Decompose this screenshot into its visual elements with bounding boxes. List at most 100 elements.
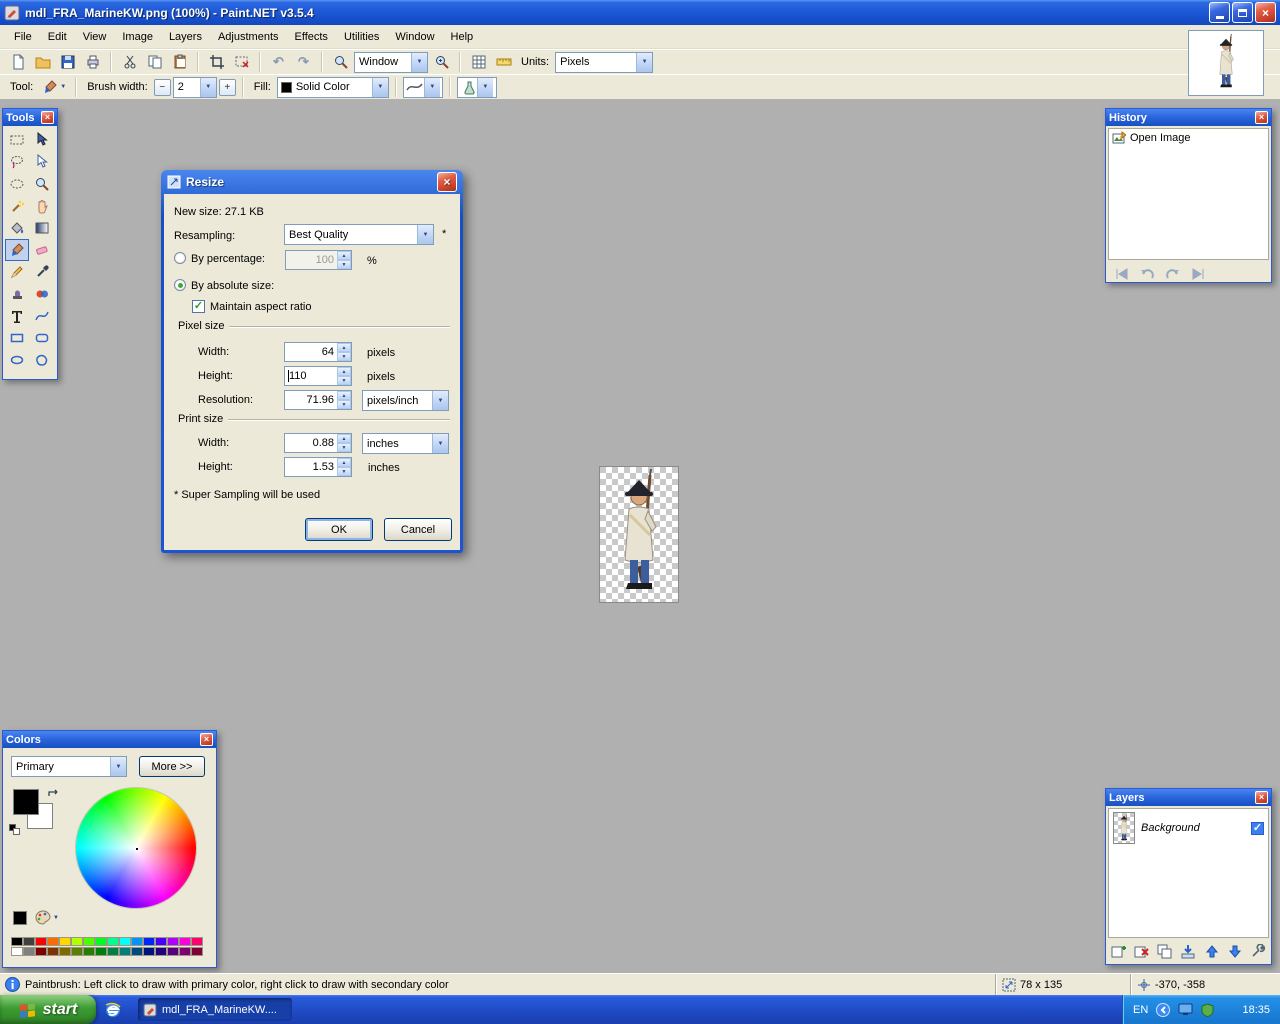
menu-item[interactable]: File <box>6 27 40 47</box>
copy-button[interactable] <box>143 51 166 73</box>
spin-up-icon[interactable]: ▲ <box>337 251 351 260</box>
task-button[interactable]: mdl_FRA_MarineKW.... <box>138 998 292 1021</box>
tool-paint-bucket[interactable] <box>5 217 29 239</box>
tool-recolor[interactable] <box>30 283 54 305</box>
palette-swatch[interactable] <box>95 947 107 956</box>
language-indicator[interactable]: EN <box>1133 1004 1148 1016</box>
palette-swatch[interactable] <box>191 947 203 956</box>
print-width-unit-combo[interactable]: inches ▼ <box>362 433 449 454</box>
redo-button[interactable]: ↷ <box>292 51 315 73</box>
maintain-aspect-checkbox[interactable]: ✓ <box>192 300 205 313</box>
close-icon[interactable]: × <box>41 111 54 124</box>
tool-pan[interactable] <box>30 195 54 217</box>
tool-lasso-select[interactable] <box>5 151 29 173</box>
tool-rectangle[interactable] <box>5 327 29 349</box>
brush-width-decrease-button[interactable]: − <box>154 79 171 96</box>
cut-button[interactable] <box>118 51 141 73</box>
palette-swatch[interactable] <box>143 947 155 956</box>
spin-down-icon[interactable]: ▼ <box>337 352 351 361</box>
palette-swatch[interactable] <box>95 937 107 946</box>
spin-up-icon[interactable]: ▲ <box>337 434 351 443</box>
palette-swatch[interactable] <box>119 947 131 956</box>
history-rewind-button[interactable] <box>1110 265 1132 282</box>
antialias-combo[interactable]: ▼ <box>457 77 497 98</box>
history-undo-button[interactable] <box>1136 265 1158 282</box>
color-mode-combo[interactable]: Primary ▼ <box>11 756 127 777</box>
close-icon[interactable]: × <box>1255 111 1268 124</box>
brush-width-increase-button[interactable]: + <box>219 79 236 96</box>
width-spinner[interactable]: 64 ▲▼ <box>284 342 352 362</box>
palette-swatch[interactable] <box>23 947 35 956</box>
more-button[interactable]: More >> <box>139 756 205 777</box>
spin-up-icon[interactable]: ▲ <box>337 458 351 467</box>
tool-ellipse[interactable] <box>5 349 29 371</box>
new-file-button[interactable] <box>6 51 29 73</box>
security-shield-icon[interactable] <box>1201 1003 1214 1017</box>
tool-zoom[interactable] <box>30 173 54 195</box>
deselect-button[interactable] <box>230 51 253 73</box>
spin-down-icon[interactable]: ▼ <box>337 400 351 409</box>
spin-down-icon[interactable]: ▼ <box>337 443 351 452</box>
primary-color-swatch[interactable] <box>13 789 39 815</box>
layers-palette-titlebar[interactable]: Layers × <box>1106 789 1271 806</box>
palette-swatch[interactable] <box>167 937 179 946</box>
palette-swatch[interactable] <box>179 937 191 946</box>
print-width-spinner[interactable]: 0.88 ▲▼ <box>284 433 352 453</box>
merge-layer-down-button[interactable] <box>1180 944 1196 959</box>
palette-swatch[interactable] <box>11 947 23 956</box>
menu-item[interactable]: Adjustments <box>210 27 287 47</box>
menu-item[interactable]: Help <box>443 27 482 47</box>
hide-icons-chevron[interactable] <box>1156 1003 1170 1017</box>
print-button[interactable] <box>81 51 104 73</box>
spin-down-icon[interactable]: ▼ <box>337 376 351 385</box>
history-palette-titlebar[interactable]: History × <box>1106 109 1271 126</box>
palette-swatch[interactable] <box>11 937 23 946</box>
resolution-spinner[interactable]: 71.96 ▲▼ <box>284 390 352 410</box>
height-spinner[interactable]: 110 ▲▼ <box>284 366 352 386</box>
palette-swatch[interactable] <box>83 947 95 956</box>
tool-color-picker[interactable] <box>30 261 54 283</box>
ok-button[interactable]: OK <box>305 518 373 541</box>
menu-item[interactable]: Image <box>114 27 161 47</box>
palette-swatch[interactable] <box>47 937 59 946</box>
tool-rounded-rectangle[interactable] <box>30 327 54 349</box>
window-titlebar[interactable]: mdl_FRA_MarineKW.png (100%) - Paint.NET … <box>0 0 1280 25</box>
palette-swatch[interactable] <box>35 947 47 956</box>
palette-swatch[interactable] <box>71 937 83 946</box>
tool-paintbrush[interactable] <box>5 239 29 261</box>
move-layer-up-button[interactable] <box>1204 944 1220 959</box>
palette-swatch[interactable] <box>179 947 191 956</box>
tool-pencil[interactable] <box>5 261 29 283</box>
menu-item[interactable]: View <box>75 27 115 47</box>
tool-move-selection[interactable] <box>30 151 54 173</box>
tool-clone-stamp[interactable] <box>5 283 29 305</box>
close-icon[interactable]: × <box>200 733 213 746</box>
palette-swatch[interactable] <box>71 947 83 956</box>
palette-swatch[interactable] <box>155 937 167 946</box>
tool-rectangle-select[interactable] <box>5 129 29 151</box>
palette-swatch[interactable] <box>131 937 143 946</box>
delete-layer-button[interactable] <box>1134 944 1150 959</box>
ruler-toggle-button[interactable] <box>492 51 515 73</box>
palette-swatch[interactable] <box>83 937 95 946</box>
swap-colors-icon[interactable] <box>47 788 61 802</box>
resampling-combo[interactable]: Best Quality ▼ <box>284 224 434 245</box>
history-redo-button[interactable] <box>1162 265 1184 282</box>
paste-button[interactable] <box>168 51 191 73</box>
zoom-in-button[interactable] <box>430 51 453 73</box>
cancel-button[interactable]: Cancel <box>384 518 452 541</box>
palette-swatch[interactable] <box>131 947 143 956</box>
layer-visible-checkbox[interactable]: ✓ <box>1251 822 1264 835</box>
close-button[interactable]: × <box>1255 2 1276 23</box>
spin-up-icon[interactable]: ▲ <box>337 367 351 376</box>
palette-swatch[interactable] <box>107 937 119 946</box>
menu-item[interactable]: Edit <box>40 27 75 47</box>
grid-toggle-button[interactable] <box>467 51 490 73</box>
palette-swatch[interactable] <box>59 947 71 956</box>
menu-item[interactable]: Layers <box>161 27 210 47</box>
palette-swatch[interactable] <box>143 937 155 946</box>
layer-row[interactable]: Background ✓ <box>1109 809 1268 847</box>
palette-swatch[interactable] <box>107 947 119 956</box>
print-height-spinner[interactable]: 1.53 ▲▼ <box>284 457 352 477</box>
tool-eraser[interactable] <box>30 239 54 261</box>
